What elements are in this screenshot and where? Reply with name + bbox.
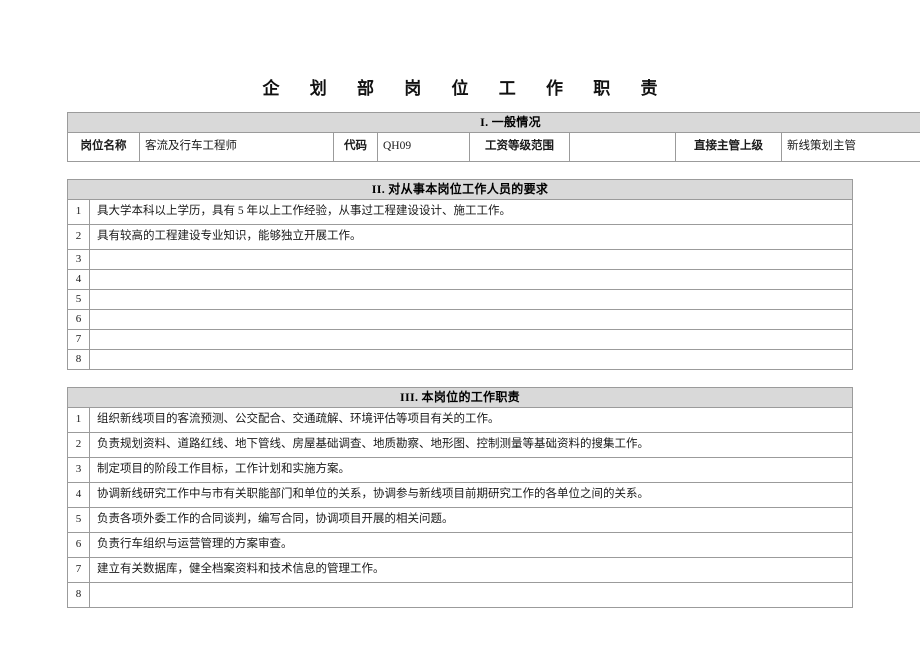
salary-grade-range-value[interactable] [569, 131, 676, 162]
row-number: 3 [67, 456, 90, 483]
row-number: 4 [67, 481, 90, 508]
row-number: 2 [67, 431, 90, 458]
row-number: 1 [67, 406, 90, 433]
row-text[interactable] [89, 268, 853, 290]
section-heading-requirements: II. 对从事本岗位工作人员的要求 [67, 178, 853, 200]
row-text[interactable]: 具大学本科以上学历，具有 5 年以上工作经验，从事过工程建设设计、施工工作。 [89, 198, 853, 225]
document-page: 企 划 部 岗 位 工 作 职 责 I. 一般情况 岗位名称 客流及行车工程师 … [0, 0, 920, 651]
row-number: 5 [67, 506, 90, 533]
job-title-label: 岗位名称 [67, 131, 140, 162]
row-number: 3 [67, 248, 90, 270]
page-title: 企 划 部 岗 位 工 作 职 责 [262, 79, 671, 98]
row-text[interactable]: 负责行车组织与运营管理的方案审查。 [89, 531, 853, 558]
table-row: 2 具有较高的工程建设专业知识，能够独立开展工作。 [67, 223, 853, 250]
table-row: 3 [67, 248, 853, 270]
table-row: 5 [67, 288, 853, 310]
direct-supervisor-value[interactable]: 新线策划主管 [780, 131, 920, 162]
table-row: 8 [67, 581, 853, 608]
table-row: 3 制定项目的阶段工作目标，工作计划和实施方案。 [67, 456, 853, 483]
row-number: 2 [67, 223, 90, 250]
row-text[interactable]: 组织新线项目的客流预测、公交配合、交通疏解、环境评估等项目有关的工作。 [89, 406, 853, 433]
row-text[interactable] [89, 348, 853, 370]
job-title-value[interactable]: 客流及行车工程师 [139, 131, 334, 162]
row-text[interactable]: 具有较高的工程建设专业知识，能够独立开展工作。 [89, 223, 853, 250]
row-number: 6 [67, 531, 90, 558]
row-text[interactable] [89, 581, 853, 608]
table-row: 4 协调新线研究工作中与市有关职能部门和单位的关系，协调参与新线项目前期研究工作… [67, 481, 853, 508]
table-row: 4 [67, 268, 853, 290]
table-row: 6 [67, 308, 853, 330]
section-heading-duties: III. 本岗位的工作职责 [67, 386, 853, 408]
duties-table: III. 本岗位的工作职责 1 组织新线项目的客流预测、公交配合、交通疏解、环境… [67, 386, 853, 608]
section-heading-general: I. 一般情况 [66, 111, 920, 133]
table-row: 7 [67, 328, 853, 350]
job-code-label: 代码 [333, 131, 378, 162]
table-row: 5 负责各项外委工作的合同谈判，编写合同，协调项目开展的相关问题。 [67, 506, 853, 533]
job-code-value[interactable]: QH09 [377, 131, 470, 162]
row-number: 4 [67, 268, 90, 290]
section-heading-duties-label: III. 本岗位的工作职责 [67, 386, 853, 408]
direct-supervisor-label: 直接主管上级 [675, 131, 782, 162]
row-text[interactable]: 负责各项外委工作的合同谈判，编写合同，协调项目开展的相关问题。 [89, 506, 853, 533]
row-number: 6 [67, 308, 90, 330]
row-number: 5 [67, 288, 90, 310]
table-row: 8 [67, 348, 853, 370]
requirements-table: II. 对从事本岗位工作人员的要求 1 具大学本科以上学历，具有 5 年以上工作… [67, 178, 853, 370]
general-info-table: I. 一般情况 岗位名称 客流及行车工程师 代码 QH09 工资等级范围 直接主… [66, 111, 920, 162]
row-text[interactable]: 建立有关数据库，健全档案资料和技术信息的管理工作。 [89, 556, 853, 583]
row-text[interactable] [89, 328, 853, 350]
row-number: 7 [67, 556, 90, 583]
row-text[interactable] [89, 248, 853, 270]
table-row: 1 组织新线项目的客流预测、公交配合、交通疏解、环境评估等项目有关的工作。 [67, 406, 853, 433]
table-row: 6 负责行车组织与运营管理的方案审查。 [67, 531, 853, 558]
row-text[interactable] [89, 308, 853, 330]
row-text[interactable]: 制定项目的阶段工作目标，工作计划和实施方案。 [89, 456, 853, 483]
salary-grade-range-label: 工资等级范围 [469, 131, 570, 162]
table-row: 2 负责规划资料、道路红线、地下管线、房屋基础调查、地质勘察、地形图、控制测量等… [67, 431, 853, 458]
section-heading-general-label: I. 一般情况 [66, 111, 920, 133]
row-number: 7 [67, 328, 90, 350]
row-text[interactable]: 协调新线研究工作中与市有关职能部门和单位的关系，协调参与新线项目前期研究工作的各… [89, 481, 853, 508]
table-row: 1 具大学本科以上学历，具有 5 年以上工作经验，从事过工程建设设计、施工工作。 [67, 198, 853, 225]
row-number: 1 [67, 198, 90, 225]
section-heading-requirements-label: II. 对从事本岗位工作人员的要求 [67, 178, 853, 200]
row-text[interactable] [89, 288, 853, 310]
row-text[interactable]: 负责规划资料、道路红线、地下管线、房屋基础调查、地质勘察、地形图、控制测量等基础… [89, 431, 853, 458]
table-row: 7 建立有关数据库，健全档案资料和技术信息的管理工作。 [67, 556, 853, 583]
row-number: 8 [67, 581, 90, 608]
row-number: 8 [67, 348, 90, 370]
general-info-row: 岗位名称 客流及行车工程师 代码 QH09 工资等级范围 直接主管上级 新线策划… [67, 131, 920, 162]
